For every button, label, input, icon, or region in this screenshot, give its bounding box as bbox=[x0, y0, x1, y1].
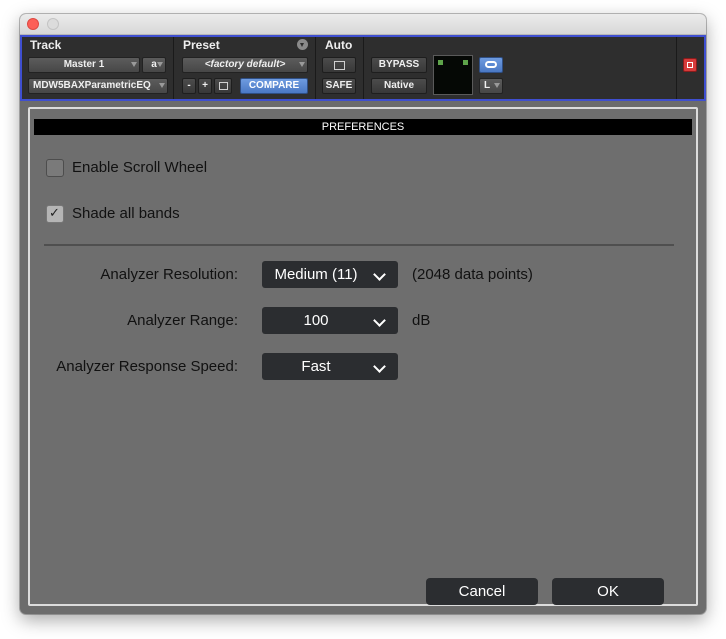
signal-meter bbox=[433, 55, 473, 95]
column-divider bbox=[676, 37, 677, 99]
analyzer-resolution-note: (2048 data points) bbox=[412, 266, 533, 283]
enable-scroll-wheel-checkbox[interactable] bbox=[46, 159, 64, 177]
bypass-button[interactable]: BYPASS bbox=[371, 57, 427, 73]
automation-icon bbox=[334, 61, 345, 70]
column-divider bbox=[315, 37, 316, 99]
native-indicator: Native bbox=[371, 78, 427, 94]
section-divider bbox=[44, 244, 674, 246]
preset-column-title: Preset bbox=[183, 38, 220, 52]
shade-all-bands-checkbox[interactable]: ✓ bbox=[46, 205, 64, 223]
analyzer-resolution-select[interactable]: Medium (11) bbox=[262, 261, 398, 288]
channel-value: a bbox=[151, 59, 157, 70]
link-button[interactable] bbox=[479, 57, 503, 73]
checkmark-icon: ✓ bbox=[49, 205, 60, 220]
automation-window-button[interactable] bbox=[322, 57, 356, 73]
preset-dropdown[interactable]: <factory default> bbox=[182, 57, 308, 73]
auto-column-title: Auto bbox=[325, 38, 353, 52]
track-name-dropdown[interactable]: Master 1 bbox=[28, 57, 140, 73]
chevron-down-icon bbox=[299, 62, 305, 67]
ok-button[interactable]: OK bbox=[552, 578, 664, 605]
preset-menu-icon[interactable] bbox=[297, 39, 308, 50]
cancel-button[interactable]: Cancel bbox=[426, 578, 538, 605]
chevron-down-icon bbox=[373, 268, 386, 281]
window-close-button[interactable] bbox=[27, 18, 39, 30]
analyzer-range-unit: dB bbox=[412, 312, 431, 329]
chevron-down-icon bbox=[494, 83, 500, 88]
shade-all-bands-label: Shade all bands bbox=[72, 205, 180, 222]
analyzer-range-value: 100 bbox=[303, 312, 329, 329]
preferences-dialog: PREFERENCES Enable Scroll Wheel ✓ Shade … bbox=[28, 107, 698, 606]
channel-dropdown[interactable]: a bbox=[142, 57, 166, 73]
chevron-down-icon bbox=[157, 62, 163, 67]
plugin-window: Track Master 1 a MDW5BAXParametricEQ Pre… bbox=[20, 14, 706, 614]
chevron-down-icon bbox=[373, 360, 386, 373]
window-minimize-button[interactable] bbox=[47, 18, 59, 30]
track-column-title: Track bbox=[30, 38, 62, 52]
next-preset-button[interactable]: + bbox=[198, 78, 212, 94]
track-name-value: Master 1 bbox=[63, 59, 105, 70]
enable-scroll-wheel-label: Enable Scroll Wheel bbox=[72, 159, 208, 176]
chevron-down-icon bbox=[159, 83, 165, 88]
column-divider bbox=[173, 37, 174, 99]
safe-button[interactable]: SAFE bbox=[322, 78, 356, 94]
analyzer-range-select[interactable]: 100 bbox=[262, 307, 398, 334]
preferences-title: PREFERENCES bbox=[34, 119, 692, 135]
analyzer-resolution-label: Analyzer Resolution: bbox=[100, 266, 238, 283]
analyzer-response-speed-label: Analyzer Response Speed: bbox=[56, 358, 238, 375]
channel-select-value: L bbox=[484, 80, 491, 91]
plugin-insert-dropdown[interactable]: MDW5BAXParametricEQ bbox=[28, 78, 168, 94]
copy-icon bbox=[219, 82, 228, 90]
compare-button[interactable]: COMPARE bbox=[240, 78, 308, 94]
plugin-header: Track Master 1 a MDW5BAXParametricEQ Pre… bbox=[20, 35, 706, 101]
analyzer-response-speed-select[interactable]: Fast bbox=[262, 353, 398, 380]
analyzer-resolution-value: Medium (11) bbox=[274, 266, 358, 283]
preset-name-value: <factory default> bbox=[204, 59, 286, 70]
meter-led-left bbox=[438, 60, 443, 65]
close-plugin-icon[interactable] bbox=[683, 58, 697, 72]
column-divider bbox=[363, 37, 364, 99]
analyzer-range-label: Analyzer Range: bbox=[127, 312, 238, 329]
analyzer-response-speed-value: Fast bbox=[301, 358, 331, 375]
chevron-down-icon bbox=[131, 62, 137, 67]
channel-select-dropdown[interactable]: L bbox=[479, 78, 503, 94]
meter-led-right bbox=[463, 60, 468, 65]
chevron-down-icon bbox=[373, 314, 386, 327]
window-titlebar bbox=[20, 14, 706, 35]
previous-preset-button[interactable]: - bbox=[182, 78, 196, 94]
plugin-name-value: MDW5BAXParametricEQ bbox=[33, 80, 151, 91]
copy-settings-button[interactable] bbox=[214, 78, 232, 94]
link-icon bbox=[485, 61, 497, 68]
